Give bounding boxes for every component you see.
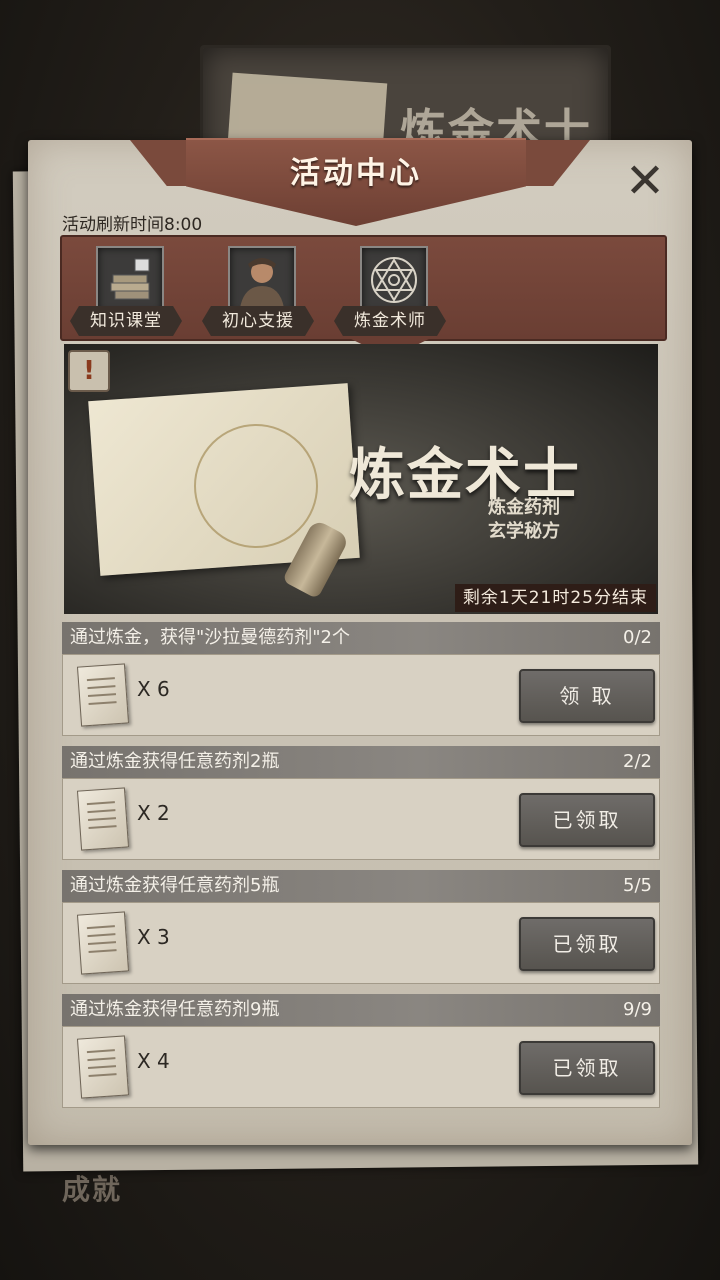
banner-subtitle-line2: 玄学秘方 [488, 521, 560, 542]
background-achievement-label: 成就 [62, 1173, 123, 1206]
task-name: 通过炼金获得任意药剂2瓶 [70, 751, 280, 772]
task-reward-row: X 2 已领取 [62, 778, 660, 860]
task-reward-row: X 4 已领取 [62, 1026, 660, 1108]
tab-label-alchemist[interactable]: 炼金术师 [334, 306, 446, 336]
banner-subtitle: 炼金药剂 玄学秘方 [488, 496, 560, 544]
task-reward-row: X 6 领 取 [62, 654, 660, 736]
task-item: 通过炼金获得任意药剂9瓶 9/9 X 4 已领取 [62, 994, 660, 1108]
task-header: 通过炼金获得任意药剂5瓶 5/5 [62, 870, 660, 902]
task-header: 通过炼金，获得"沙拉曼德药剂"2个 0/2 [62, 622, 660, 654]
task-item: 通过炼金获得任意药剂5瓶 5/5 X 3 已领取 [62, 870, 660, 984]
task-reward-row: X 3 已领取 [62, 902, 660, 984]
claim-button[interactable]: 领 取 [519, 669, 655, 723]
close-icon: ✕ [624, 153, 666, 209]
hexagram-icon [360, 246, 428, 314]
task-item: 通过炼金，获得"沙拉曼德药剂"2个 0/2 X 6 领 取 [62, 622, 660, 736]
task-header: 通过炼金获得任意药剂9瓶 9/9 [62, 994, 660, 1026]
exclamation-icon: ! [83, 356, 95, 386]
scroll-paper-icon[interactable] [76, 663, 130, 727]
books-icon [96, 246, 164, 314]
scroll-paper-icon[interactable] [76, 787, 130, 851]
tab-label-knowledge-class[interactable]: 知识课堂 [70, 306, 182, 336]
task-progress: 5/5 [623, 875, 652, 896]
character-portrait-icon [228, 246, 296, 314]
reward-count: X 3 [137, 925, 170, 949]
claimed-button[interactable]: 已领取 [519, 793, 655, 847]
task-name: 通过炼金获得任意药剂5瓶 [70, 875, 280, 896]
task-name: 通过炼金，获得"沙拉曼德药剂"2个 [70, 627, 351, 648]
tab-label-initial-support[interactable]: 初心支援 [202, 306, 314, 336]
page-title: 活动中心 [290, 156, 422, 191]
claimed-button[interactable]: 已领取 [519, 917, 655, 971]
task-name: 通过炼金获得任意药剂9瓶 [70, 999, 280, 1020]
task-progress: 9/9 [623, 999, 652, 1020]
reward-count: X 2 [137, 801, 170, 825]
close-button[interactable]: ✕ [620, 156, 670, 206]
refresh-time-label: 活动刷新时间8:00 [62, 215, 203, 235]
event-info-button[interactable]: ! [68, 350, 110, 392]
scroll-paper-icon[interactable] [76, 1035, 130, 1099]
event-countdown: 剩余1天21时25分结束 [454, 584, 656, 612]
task-item: 通过炼金获得任意药剂2瓶 2/2 X 2 已领取 [62, 746, 660, 860]
claimed-button[interactable]: 已领取 [519, 1041, 655, 1095]
event-banner: 炼金术士 炼金药剂 玄学秘方 ! 剩余1天21时25分结束 [64, 344, 658, 614]
reward-count: X 6 [137, 677, 170, 701]
transmutation-circle-illustration [194, 424, 318, 548]
task-header: 通过炼金获得任意药剂2瓶 2/2 [62, 746, 660, 778]
scroll-paper-icon[interactable] [76, 911, 130, 975]
banner-subtitle-line1: 炼金药剂 [488, 497, 560, 518]
task-progress: 0/2 [623, 627, 652, 648]
task-progress: 2/2 [623, 751, 652, 772]
reward-count: X 4 [137, 1049, 170, 1073]
